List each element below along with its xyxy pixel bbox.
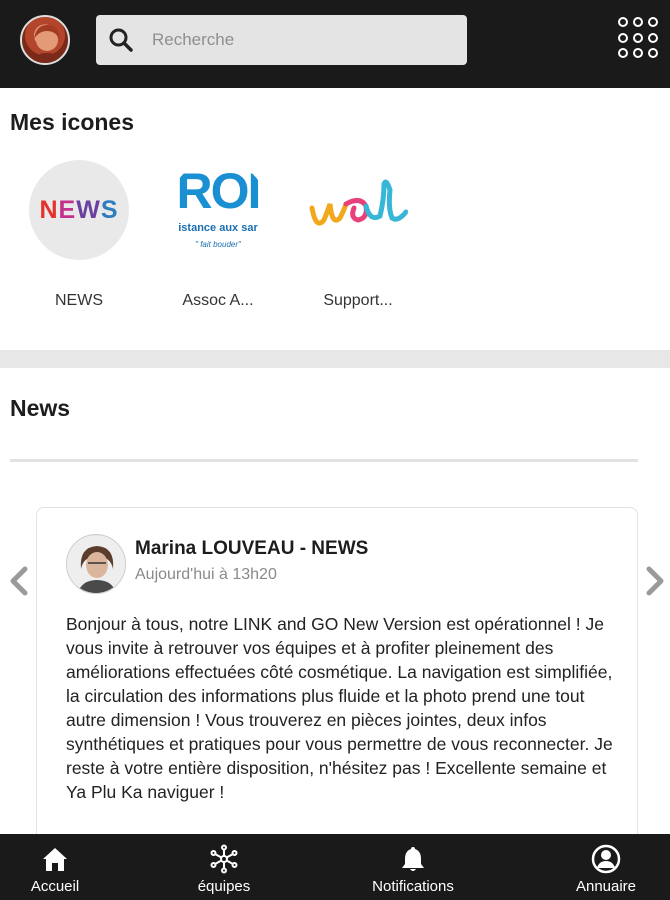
author-photo <box>67 535 125 593</box>
search-input[interactable] <box>152 15 452 65</box>
news-logo-icon: NEWS <box>29 160 129 260</box>
author-avatar <box>66 534 126 594</box>
icon-tile-label: Assoc A... <box>182 292 254 309</box>
bottom-nav: Accueil équipes Notifications Annuaire <box>0 834 670 900</box>
nav-item-notifications[interactable]: Notifications <box>358 834 468 900</box>
section-separator <box>0 350 670 368</box>
nav-item-annuaire[interactable]: Annuaire <box>551 834 661 900</box>
search-icon[interactable] <box>108 27 134 53</box>
post-author: Marina LOUVEAU - NEWS <box>135 538 369 559</box>
nav-label: équipes <box>197 878 251 895</box>
network-icon <box>210 844 238 874</box>
chevron-right-icon[interactable] <box>644 566 666 596</box>
wal-logo-icon <box>308 160 408 260</box>
icon-tile-label: Support... <box>323 292 393 309</box>
icon-tile-support[interactable]: Support... <box>308 160 408 309</box>
nav-label: Accueil <box>30 878 80 895</box>
mes-icones-title: Mes icones <box>10 109 134 135</box>
news-title: News <box>10 395 71 421</box>
chevron-left-icon[interactable] <box>8 566 30 596</box>
icon-tile-news[interactable]: NEWS NEWS <box>29 160 129 309</box>
divider <box>10 459 638 462</box>
search-bar <box>96 15 467 65</box>
assoc-logo-icon: ROI istance aux sar " fait bouder" <box>168 160 268 260</box>
apps-grid-icon[interactable] <box>618 17 660 59</box>
nav-label: Annuaire <box>575 878 637 895</box>
news-post-card[interactable]: Marina LOUVEAU - NEWS Aujourd'hui à 13h2… <box>36 507 638 847</box>
wal-logo-graphic <box>309 179 408 226</box>
post-body: Bonjour à tous, notre LINK and GO New Ve… <box>66 614 613 802</box>
bell-icon <box>402 847 424 871</box>
user-avatar[interactable] <box>20 15 70 65</box>
nav-item-equipes[interactable]: équipes <box>169 834 279 900</box>
home-icon <box>43 848 67 871</box>
avatar-photo <box>30 25 64 63</box>
user-circle-icon <box>591 844 621 874</box>
nav-item-accueil[interactable]: Accueil <box>0 834 110 900</box>
post-timestamp: Aujourd'hui à 13h20 <box>135 566 277 583</box>
top-bar <box>0 0 670 88</box>
icon-tile-assoc[interactable]: ROI istance aux sar " fait bouder" Assoc… <box>168 160 268 309</box>
nav-label: Notifications <box>372 878 454 895</box>
icon-tile-label: NEWS <box>55 292 103 309</box>
